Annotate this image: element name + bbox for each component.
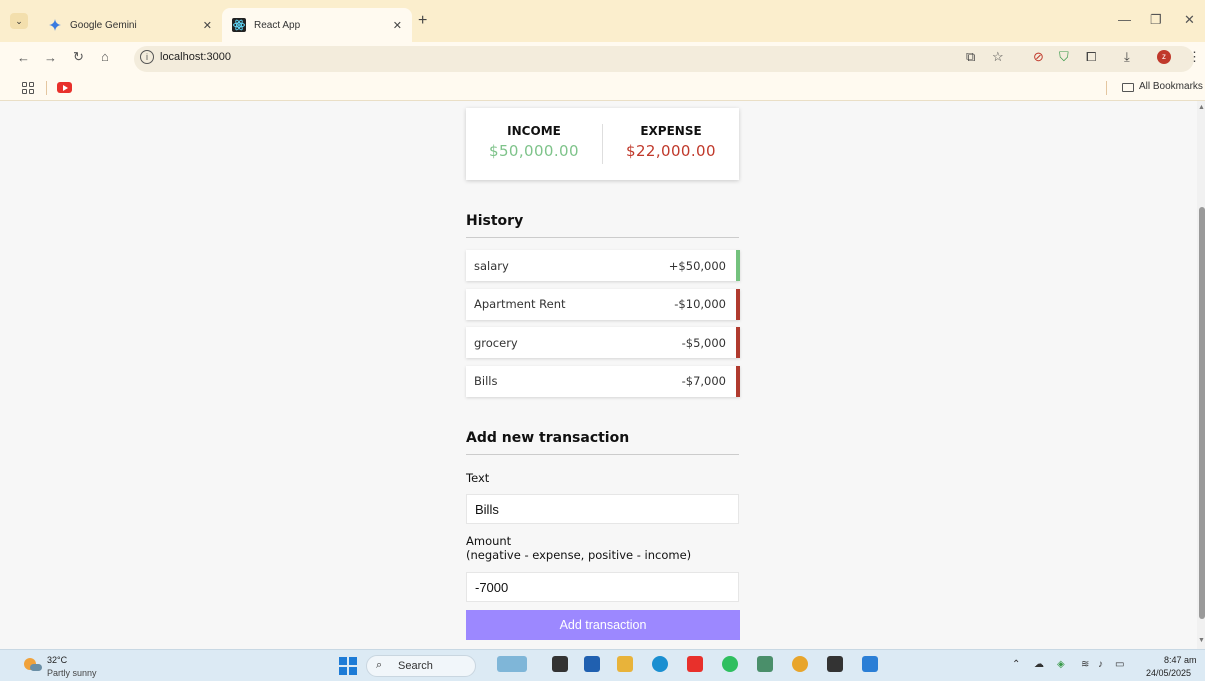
text-input[interactable] — [466, 494, 739, 524]
transaction-text: Apartment Rent — [474, 297, 566, 311]
weather-condition[interactable]: Partly sunny — [47, 668, 97, 678]
whatsapp-icon[interactable] — [722, 656, 738, 672]
transaction-list: salary +$50,000 Apartment Rent -$10,000 … — [466, 250, 740, 404]
text-field-label: Text — [466, 471, 490, 485]
transaction-amount: -$7,000 — [681, 374, 726, 388]
all-bookmarks-link[interactable]: All Bookmarks — [1139, 81, 1203, 92]
transaction-amount: +$50,000 — [668, 258, 726, 273]
weather-icon[interactable] — [24, 656, 42, 672]
history-heading: History — [466, 213, 739, 238]
react-icon — [232, 18, 246, 32]
transaction-text: Bills — [474, 374, 498, 388]
apps-grid-icon[interactable] — [22, 82, 34, 94]
taskbar-search-label: Search — [398, 660, 433, 672]
close-tab-icon[interactable]: ✕ — [203, 19, 212, 32]
scroll-down-arrow-icon[interactable]: ▼ — [1198, 637, 1205, 644]
bookmark-star-icon[interactable]: ☆ — [992, 49, 1004, 65]
profile-avatar[interactable]: z — [1157, 50, 1171, 64]
vscode-icon[interactable] — [862, 656, 878, 672]
tab-react-app[interactable]: React App ✕ — [222, 8, 412, 42]
folder-icon — [1122, 83, 1134, 92]
chrome-icon[interactable] — [792, 656, 808, 672]
scrollbar-thumb[interactable] — [1199, 207, 1205, 619]
transaction-text: grocery — [474, 335, 518, 350]
show-hidden-icons[interactable]: ⌃ — [1012, 659, 1020, 670]
download-icon[interactable]: ⤓ — [1124, 49, 1130, 65]
amount-label: Amount — [466, 534, 512, 548]
expense-label: Expense — [640, 124, 702, 138]
close-window-icon[interactable]: ✕ — [1184, 12, 1195, 28]
youtube-icon[interactable] — [57, 82, 72, 93]
transaction-item[interactable]: salary +$50,000 — [466, 250, 740, 281]
tab-title: Google Gemini — [70, 19, 137, 31]
file-explorer-icon[interactable] — [617, 656, 633, 672]
transaction-item[interactable]: grocery -$5,000 — [466, 327, 740, 358]
home-icon[interactable]: ⌂ — [101, 49, 109, 64]
expense-value: $22,000.00 — [626, 142, 716, 160]
transaction-item[interactable]: Bills -$7,000 — [466, 365, 740, 397]
amount-hint: (negative - expense, positive - income) — [466, 548, 692, 562]
divider — [46, 81, 47, 95]
amount-field-label: Amount (negative - expense, positive - i… — [466, 534, 691, 562]
reload-icon[interactable]: ↻ — [73, 49, 84, 65]
notepad-icon[interactable] — [757, 656, 773, 672]
expense-summary: Expense $22,000.00 — [602, 124, 739, 164]
youtube-app-icon[interactable] — [687, 656, 703, 672]
extensions-icon[interactable]: ⧠ — [1086, 49, 1096, 65]
battery-icon[interactable]: ▭ — [1115, 659, 1124, 670]
tab-search-button[interactable]: ⌄ — [10, 13, 28, 29]
transaction-amount: -$10,000 — [674, 297, 726, 311]
windows-taskbar — [0, 649, 1205, 681]
add-transaction-button[interactable]: Add transaction — [466, 610, 740, 640]
app-tray-icon[interactable]: ◈ — [1057, 659, 1065, 670]
clock-date[interactable]: 24/05/2025 — [1146, 668, 1191, 678]
divider — [1106, 81, 1107, 95]
volume-icon[interactable]: ♪ — [1098, 659, 1103, 670]
search-icon: ⌕ — [376, 659, 383, 671]
add-transaction-heading: Add new transaction — [466, 430, 739, 455]
task-view-icon[interactable] — [552, 656, 568, 672]
weather-temperature[interactable]: 32°C — [47, 655, 67, 665]
back-icon[interactable]: ← — [17, 50, 30, 65]
url-text[interactable]: localhost:3000 — [160, 51, 231, 63]
transaction-amount: -$5,000 — [681, 335, 726, 350]
tab-google-gemini[interactable]: Google Gemini ✕ — [38, 8, 222, 42]
transaction-text: salary — [474, 258, 509, 273]
site-info-icon[interactable]: i — [140, 50, 154, 64]
income-label: Income — [507, 124, 561, 138]
menu-icon[interactable]: ⋮ — [1188, 49, 1201, 65]
onedrive-icon[interactable]: ☁ — [1034, 659, 1044, 670]
tab-title: React App — [254, 19, 301, 31]
income-value: $50,000.00 — [489, 142, 579, 160]
edge-icon[interactable] — [652, 656, 668, 672]
scroll-up-arrow-icon[interactable]: ▲ — [1198, 104, 1205, 111]
bookmarks-bar — [0, 75, 1205, 101]
block-extension-icon[interactable]: ⊘ — [1033, 49, 1044, 65]
transaction-item[interactable]: Apartment Rent -$10,000 — [466, 288, 740, 320]
gemini-icon — [48, 18, 62, 32]
income-summary: Income $50,000.00 — [466, 124, 602, 164]
shield-extension-icon[interactable]: ⛉ — [1059, 49, 1069, 65]
close-tab-icon[interactable]: ✕ — [393, 19, 402, 32]
amount-input[interactable] — [466, 572, 739, 602]
minimize-icon[interactable]: — — [1118, 12, 1131, 27]
new-tab-button[interactable]: + — [418, 12, 427, 30]
income-expense-card: Income $50,000.00 Expense $22,000.00 — [466, 108, 739, 180]
terminal-icon[interactable] — [827, 656, 843, 672]
restore-icon[interactable]: ❐ — [1150, 12, 1162, 28]
wifi-icon[interactable]: ≋ — [1081, 659, 1089, 670]
forward-icon[interactable]: → — [44, 50, 57, 65]
store-icon[interactable] — [584, 656, 600, 672]
install-app-icon[interactable]: ⧉ — [966, 49, 975, 65]
clock-time[interactable]: 8:47 am — [1164, 655, 1197, 665]
widgets-icon[interactable] — [497, 656, 527, 672]
windows-start-icon[interactable] — [339, 657, 357, 675]
